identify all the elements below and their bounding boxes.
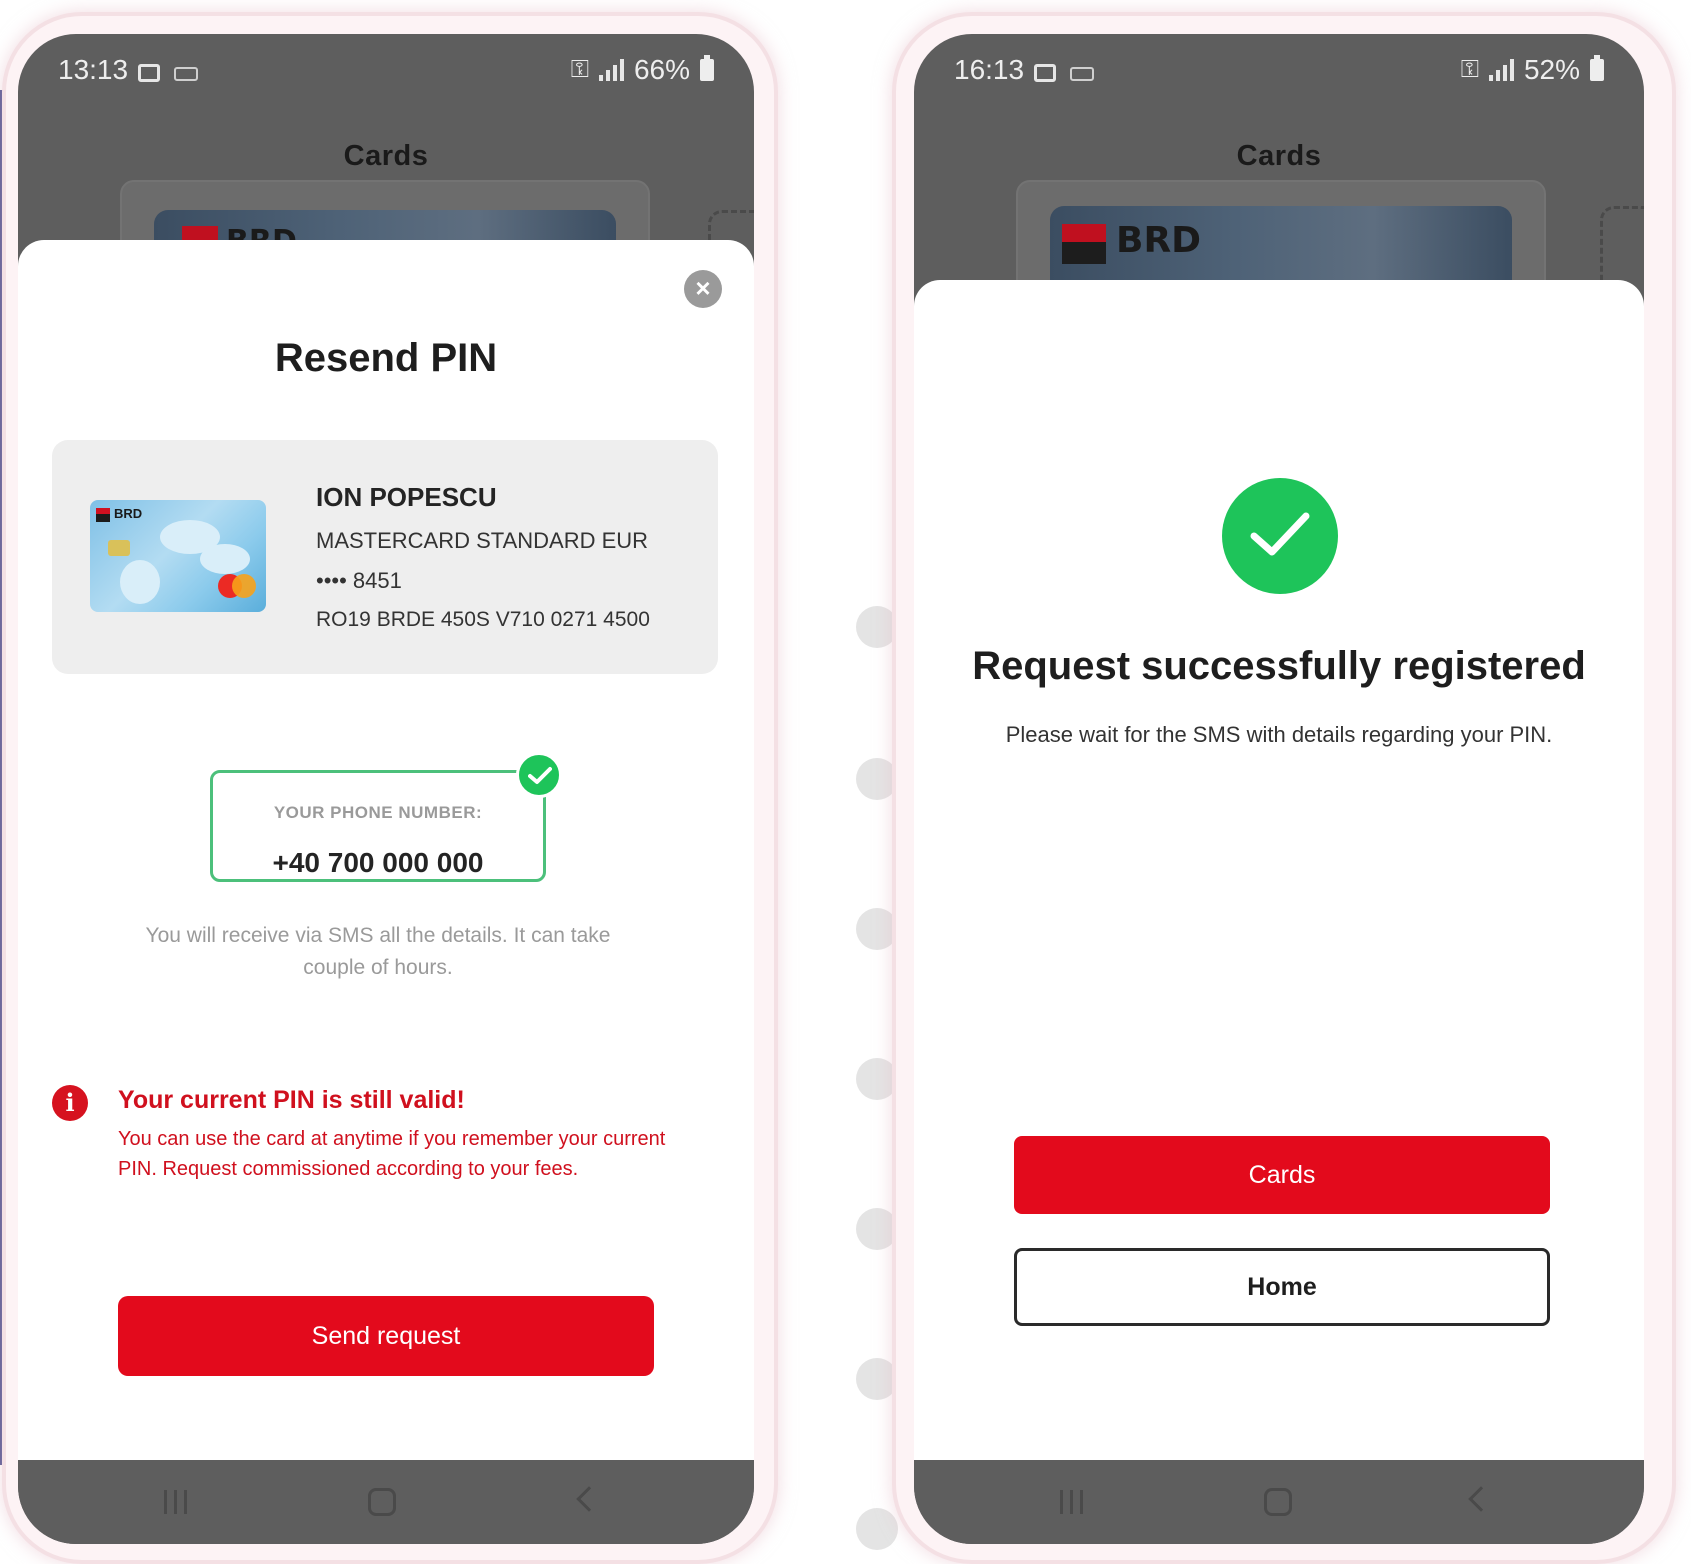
battery-icon — [1590, 55, 1604, 81]
card-holder-name: ION POPESCU — [316, 482, 497, 512]
key-icon: ⚿ — [570, 56, 589, 83]
app-title: Cards — [1236, 140, 1322, 172]
back-icon[interactable] — [1468, 1486, 1494, 1512]
system-nav-bar — [914, 1460, 1644, 1544]
key-icon: ⚿ — [1460, 56, 1479, 83]
card-type: MASTERCARD STANDARD EUR — [316, 528, 649, 553]
card-status-icon — [174, 67, 198, 81]
phone-number-value: +40 700 000 000 — [272, 847, 484, 878]
gallery-icon — [138, 64, 160, 82]
signal-icon — [598, 59, 624, 81]
status-time: 13:13 — [58, 54, 129, 85]
brd-logo-text: BRD — [1116, 220, 1202, 261]
card-logo: BRD — [114, 506, 143, 521]
battery-percent: 66% — [633, 54, 690, 85]
battery-icon — [700, 55, 714, 81]
home-button[interactable]: Home — [1014, 1248, 1550, 1326]
status-bar: 16:13 ⚿ 52% — [914, 34, 1644, 114]
status-bar: 13:13 ⚿ 66% — [18, 34, 754, 114]
phone-number-label: YOUR PHONE NUMBER: — [273, 803, 483, 822]
background-card-image: BRD — [1050, 206, 1512, 280]
sheet-title: Resend PIN — [274, 336, 498, 380]
resend-pin-sheet: × Resend PIN BRD ION POPESCU MASTERCARD … — [18, 240, 754, 1460]
status-time: 16:13 — [954, 54, 1025, 85]
app-title: Cards — [343, 140, 429, 172]
gallery-icon — [1034, 64, 1056, 82]
sms-note: You will receive via SMS all the details… — [145, 924, 611, 979]
back-icon[interactable] — [576, 1486, 602, 1512]
chip-icon — [108, 540, 130, 556]
battery-percent: 52% — [1523, 54, 1580, 85]
cards-button[interactable]: Cards — [1014, 1136, 1550, 1214]
home-nav-icon[interactable] — [368, 1488, 396, 1516]
check-icon — [516, 752, 562, 798]
send-request-button[interactable]: Send request — [118, 1296, 654, 1376]
status-right: ⚿ 66% — [571, 54, 714, 86]
success-subtitle: Please wait for the SMS with details reg… — [1005, 722, 1553, 747]
info-icon: i — [52, 1085, 88, 1121]
card-summary-panel: BRD ION POPESCU MASTERCARD STANDARD EUR … — [52, 440, 718, 674]
card-status-icon — [1070, 67, 1094, 81]
decorative-dot — [856, 1508, 898, 1550]
recents-icon[interactable] — [1060, 1490, 1083, 1514]
card-image: BRD — [90, 500, 266, 612]
phone-screen-request-success: 16:13 ⚿ 52% Cards BRD Request successful… — [914, 34, 1644, 1544]
phone-screen-resend-pin: 13:13 ⚿ 66% Cards BRD × Resend PIN — [18, 34, 754, 1544]
recents-icon[interactable] — [164, 1490, 187, 1514]
close-icon[interactable]: × — [684, 270, 722, 308]
check-icon — [1222, 478, 1338, 594]
alert-body: You can use the card at anytime if you r… — [118, 1128, 666, 1180]
card-number: •••• 8451 — [316, 568, 402, 593]
success-title: Request successfully registered — [972, 644, 1586, 688]
system-nav-bar — [18, 1460, 754, 1544]
phone-number-field[interactable]: YOUR PHONE NUMBER: +40 700 000 000 — [210, 770, 546, 882]
request-success-sheet: Request successfully registered Please w… — [914, 280, 1644, 1460]
home-nav-icon[interactable] — [1264, 1488, 1292, 1516]
alert-title: Your current PIN is still valid! — [118, 1086, 465, 1114]
signal-icon — [1488, 59, 1514, 81]
status-right: ⚿ 52% — [1461, 54, 1604, 86]
card-iban: RO19 BRDE 450S V710 0271 4500 — [316, 608, 650, 631]
